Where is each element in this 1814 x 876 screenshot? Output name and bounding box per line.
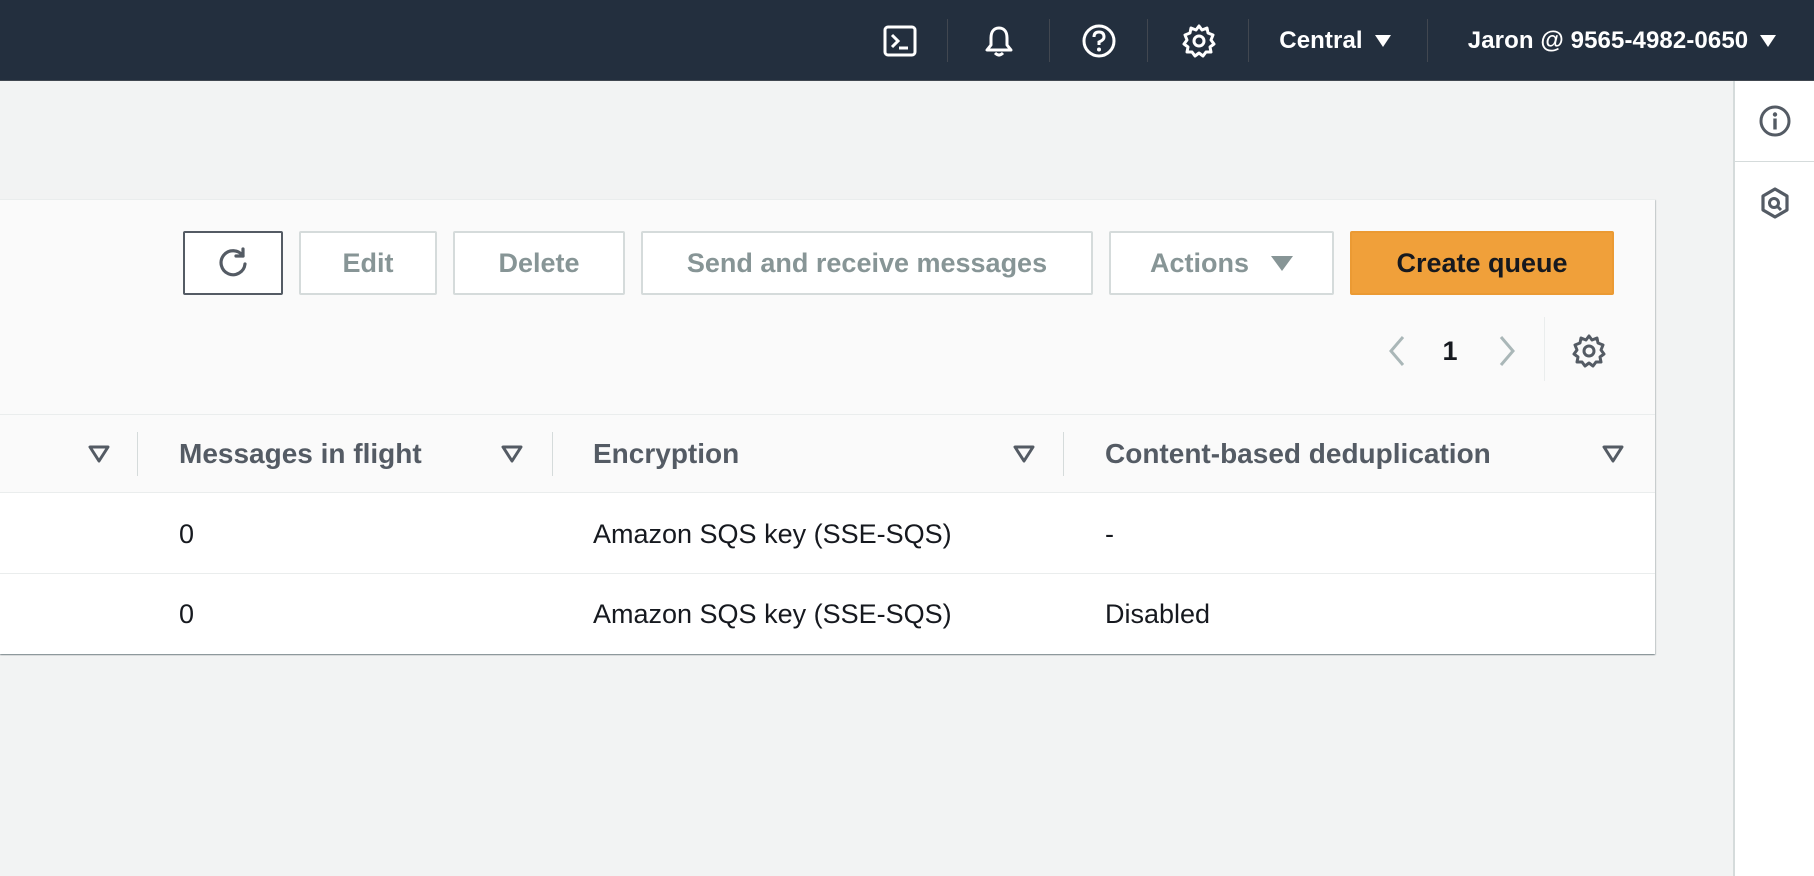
info-panel-button[interactable] <box>1735 81 1814 161</box>
send-receive-messages-button[interactable]: Send and receive messages <box>641 231 1093 295</box>
previous-page-button[interactable] <box>1377 329 1417 373</box>
cell-messages-in-flight: 0 <box>179 518 195 549</box>
caret-down-icon <box>1374 34 1391 47</box>
sort-icon[interactable] <box>1602 445 1624 463</box>
region-label: Central <box>1279 26 1363 54</box>
sort-icon[interactable] <box>501 445 523 463</box>
refresh-button[interactable] <box>183 231 283 295</box>
table-header-row: Messages in flight Encryption Content-ba… <box>0 415 1655 493</box>
gear-icon <box>1182 24 1216 57</box>
cell-messages-in-flight: 0 <box>179 598 195 629</box>
delete-button[interactable]: Delete <box>453 231 625 295</box>
refresh-icon <box>219 247 247 277</box>
help-button[interactable] <box>1073 0 1125 81</box>
column-header-content-based-deduplication[interactable]: Content-based deduplication <box>1105 415 1491 493</box>
column-separator <box>552 432 553 476</box>
cloudshell-button[interactable] <box>874 0 926 81</box>
next-page-button[interactable] <box>1487 329 1527 373</box>
hexagon-resource-icon <box>1760 187 1789 219</box>
region-selector[interactable]: Central <box>1270 0 1400 81</box>
cell-encryption: Amazon SQS key (SSE-SQS) <box>593 598 952 629</box>
bell-icon <box>985 26 1013 56</box>
account-label: Jaron @ 9565-4982-0650 <box>1467 26 1749 54</box>
info-icon <box>1759 105 1790 137</box>
cell-encryption: Amazon SQS key (SSE-SQS) <box>593 518 952 549</box>
cell-content-based-deduplication: Disabled <box>1105 598 1211 629</box>
nav-separator <box>1427 19 1428 62</box>
help-icon <box>1082 24 1116 57</box>
nav-separator <box>947 19 948 62</box>
queues-table-container: Edit Delete Send and receive messages Ac… <box>0 199 1655 654</box>
actions-label: Actions <box>1149 247 1249 278</box>
actions-dropdown[interactable]: Actions <box>1109 231 1334 295</box>
table-header-toolbar: Edit Delete Send and receive messages Ac… <box>0 200 1655 415</box>
table-row[interactable]: 0 Amazon SQS key (SSE-SQS) - <box>0 494 1655 574</box>
nav-separator <box>1049 19 1050 62</box>
account-menu[interactable]: Jaron @ 9565-4982-0650 <box>1452 0 1792 81</box>
cloudshell-icon <box>883 25 917 56</box>
tools-rail <box>1733 81 1814 876</box>
settings-button[interactable] <box>1173 0 1225 81</box>
edit-button[interactable]: Edit <box>299 231 437 295</box>
column-header-messages-in-flight[interactable]: Messages in flight <box>179 415 422 493</box>
rail-divider <box>1735 161 1814 162</box>
chevron-right-icon <box>1499 336 1515 366</box>
caret-down-icon <box>1271 255 1293 271</box>
pagination-separator <box>1544 317 1545 381</box>
top-navigation-bar: Central Jaron @ 9565-4982-0650 <box>0 0 1814 81</box>
sort-icon[interactable] <box>1013 445 1035 463</box>
cell-content-based-deduplication: - <box>1105 518 1114 549</box>
column-separator <box>137 432 138 476</box>
table-row[interactable]: 0 Amazon SQS key (SSE-SQS) Disabled <box>0 574 1655 654</box>
resources-panel-button[interactable] <box>1735 163 1814 243</box>
page-number[interactable]: 1 <box>1430 329 1470 373</box>
column-separator <box>1063 432 1064 476</box>
caret-down-icon <box>1760 34 1777 47</box>
gear-icon <box>1572 334 1606 368</box>
chevron-left-icon <box>1389 336 1405 366</box>
column-header-encryption[interactable]: Encryption <box>593 415 739 493</box>
nav-separator <box>1248 19 1249 62</box>
table-preferences-button[interactable] <box>1567 329 1611 373</box>
create-queue-button[interactable]: Create queue <box>1350 231 1614 295</box>
sort-icon[interactable] <box>88 445 110 463</box>
nav-separator <box>1147 19 1148 62</box>
notifications-button[interactable] <box>973 0 1025 81</box>
